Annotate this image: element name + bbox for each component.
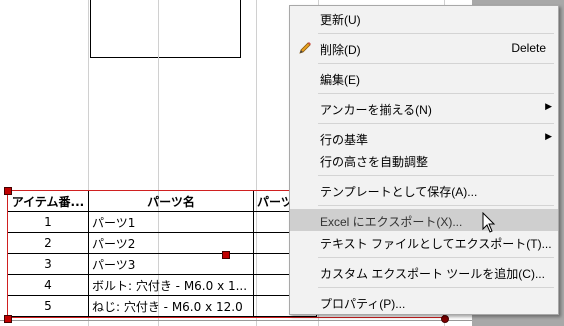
table-row[interactable]: 4 ボルト: 穴付き - M6.0 x 1... <box>7 274 317 296</box>
menu-item-row-basis[interactable]: 行の基準 ▶ <box>290 127 558 149</box>
menu-separator <box>318 123 554 124</box>
menu-separator <box>318 33 554 34</box>
cell-part-name: ボルト: 穴付き - M6.0 x 1... <box>88 274 254 296</box>
menu-item-label: テンプレートとして保存(A)... <box>320 185 478 199</box>
anchor-handle[interactable] <box>441 315 449 323</box>
cell-item-number: 3 <box>7 253 89 275</box>
menu-separator <box>318 175 554 176</box>
menu-item-shortcut: Delete <box>511 41 546 55</box>
menu-item-edit[interactable]: 編集(E) <box>290 67 558 89</box>
pencil-icon <box>299 42 311 54</box>
cell-item-number: 2 <box>7 232 89 254</box>
menu-item-export-excel[interactable]: Excel にエクスポート(X)... <box>290 209 558 231</box>
menu-separator <box>318 93 554 94</box>
menu-item-export-text[interactable]: テキスト ファイルとしてエクスポート(T)... <box>290 231 558 253</box>
resize-handle[interactable] <box>4 187 12 195</box>
table-row[interactable]: 3 パーツ3 <box>7 253 317 275</box>
cell-part-name: ねじ: 穴付き - M6.0 x 12.0 <box>88 295 254 317</box>
table-row[interactable]: 1 パーツ1 <box>7 211 317 233</box>
menu-item-label: 編集(E) <box>320 73 360 87</box>
column-header-item-number[interactable]: アイテム番... <box>7 190 89 212</box>
menu-item-label: アンカーを揃える(N) <box>320 103 432 117</box>
menu-separator <box>318 63 554 64</box>
cell-item-number: 5 <box>7 295 89 317</box>
menu-item-label: 行の基準 <box>320 133 369 147</box>
cell-part-name: パーツ1 <box>88 211 254 233</box>
menu-item-add-custom-export-tool[interactable]: カスタム エクスポート ツールを追加(C)... <box>290 261 558 283</box>
cell-item-number: 1 <box>7 211 89 233</box>
menu-separator <box>318 205 554 206</box>
menu-item-label: Excel にエクスポート(X)... <box>320 215 463 229</box>
menu-item-properties[interactable]: プロパティ(P)... <box>290 291 558 313</box>
sheet-border-line <box>0 320 472 321</box>
menu-item-label: 行の高さを自動調整 <box>320 155 429 169</box>
table-header-row: アイテム番... パーツ名 パーツ <box>7 190 317 212</box>
menu-separator <box>318 257 554 258</box>
drawing-view-frame[interactable] <box>90 0 241 58</box>
table-row[interactable]: 5 ねじ: 穴付き - M6.0 x 12.0 <box>7 295 317 317</box>
menu-item-label: 更新(U) <box>320 13 361 27</box>
menu-separator <box>318 287 554 288</box>
menu-item-refresh[interactable]: 更新(U) <box>290 7 558 29</box>
menu-item-label: プロパティ(P)... <box>320 297 406 311</box>
menu-item-label: 削除(D) <box>320 43 361 57</box>
context-menu: 更新(U) 削除(D) Delete 編集(E) アンカーを揃える(N) ▶ 行… <box>289 5 559 315</box>
menu-item-delete[interactable]: 削除(D) Delete <box>290 37 558 59</box>
resize-handle[interactable] <box>222 251 230 259</box>
menu-item-save-as-template[interactable]: テンプレートとして保存(A)... <box>290 179 558 201</box>
resize-handle[interactable] <box>4 315 12 323</box>
menu-item-label: テキスト ファイルとしてエクスポート(T)... <box>320 237 552 251</box>
column-header-part-name[interactable]: パーツ名 <box>88 190 254 212</box>
menu-item-label: カスタム エクスポート ツールを追加(C)... <box>320 267 545 281</box>
cell-item-number: 4 <box>7 274 89 296</box>
submenu-arrow-icon: ▶ <box>545 101 552 111</box>
table-row[interactable]: 2 パーツ2 <box>7 232 317 254</box>
menu-item-autofit-row-height[interactable]: 行の高さを自動調整 <box>290 149 558 171</box>
submenu-arrow-icon: ▶ <box>545 131 552 141</box>
mouse-cursor-icon <box>482 212 496 233</box>
menu-item-align-anchor[interactable]: アンカーを揃える(N) ▶ <box>290 97 558 119</box>
